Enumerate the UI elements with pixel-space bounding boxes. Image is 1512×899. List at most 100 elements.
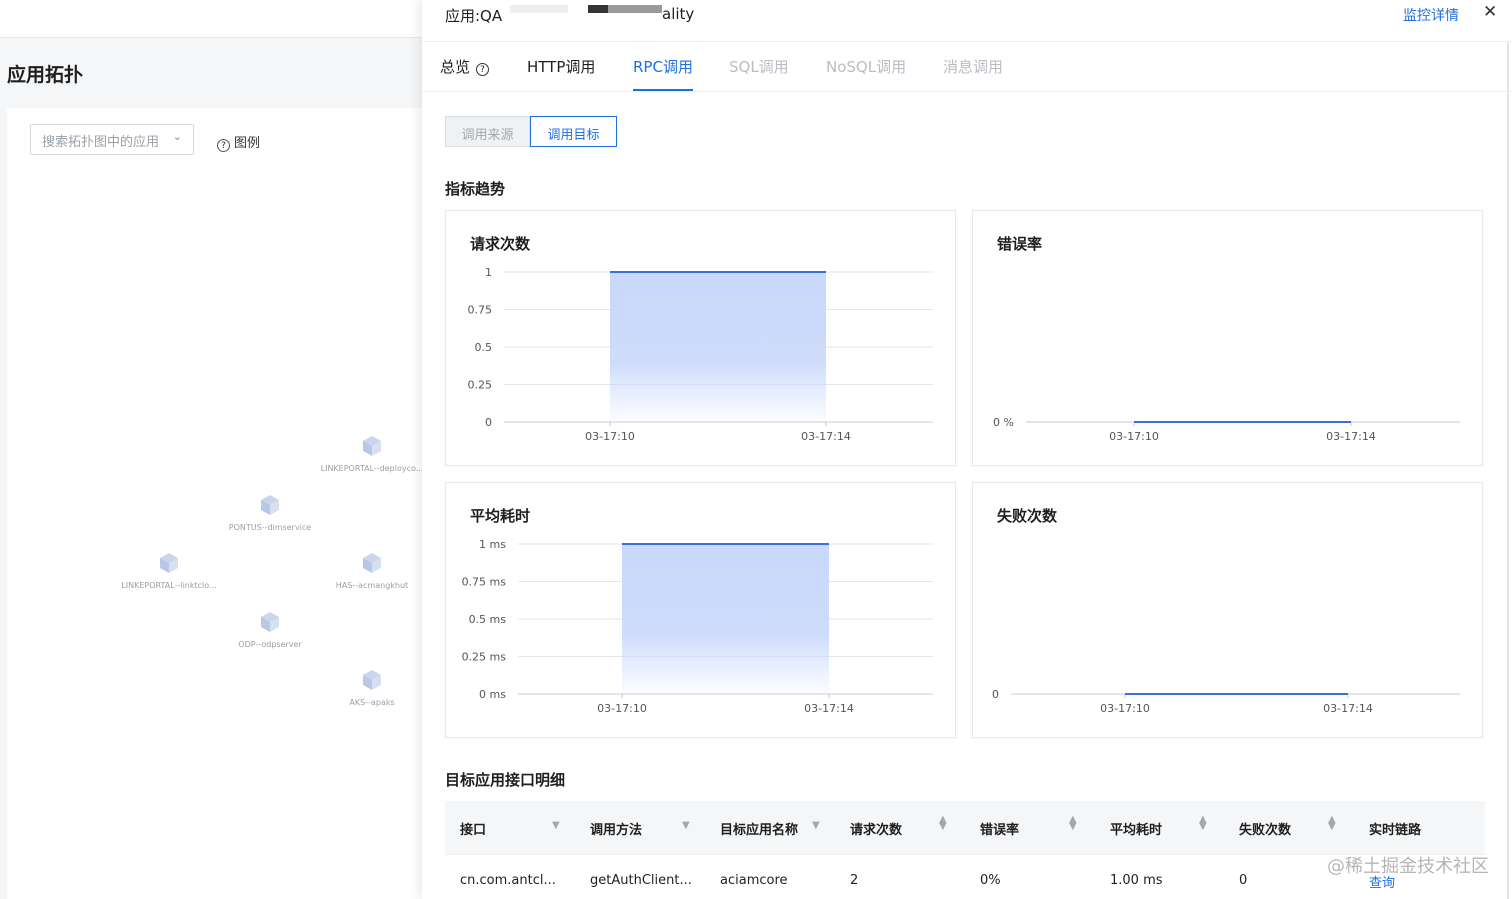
x-tick-label: 03-17:10 <box>1109 430 1159 443</box>
x-tick-label: 03-17:14 <box>801 430 851 443</box>
node-label: LINKEPORTAL--linktclo... <box>121 581 217 590</box>
topology-node[interactable]: PONTUS--dimservice <box>200 494 340 532</box>
app-cube-icon <box>261 612 279 632</box>
latency-chart: 1 ms 0.75 ms 0.5 ms 0.25 ms 0 ms 03-17:10 03-1… <box>462 538 933 715</box>
column-header-trace: 实时链路 <box>1369 823 1422 838</box>
table-section-title: 目标应用接口明细 <box>445 771 566 789</box>
tab-label: HTTP调用 <box>527 58 596 76</box>
tab-message[interactable]: 消息调用 <box>943 56 1003 77</box>
cell-interface: cn.com.antcl... <box>460 873 556 888</box>
y-tick-label: 0.25 <box>468 379 493 392</box>
x-tick-label: 03-17:10 <box>585 430 635 443</box>
metrics-section-title: 指标趋势 <box>445 180 506 198</box>
detail-drawer: 应用:QA ality 监控详情 ✕ 总览? HTTP调用 RPC调用 SQL调… <box>422 0 1512 899</box>
cell-failures: 0 <box>1239 873 1248 888</box>
error-rate-chart: 0 % 03-17:10 03-17:14 <box>993 416 1460 443</box>
y-tick-label: 0.75 ms <box>462 576 507 589</box>
sort-icon[interactable]: ▲ ▼ <box>1199 815 1207 832</box>
y-tick-label: 0.5 <box>475 341 493 354</box>
top-bar <box>0 0 422 38</box>
column-header-avg-latency: 平均耗时 <box>1110 823 1163 838</box>
y-tick-label: 0 ms <box>479 688 506 701</box>
y-tick-label: 1 ms <box>479 538 506 551</box>
topology-node[interactable]: LINKEPORTAL--deployco... <box>302 435 442 473</box>
redaction-mask <box>588 5 608 13</box>
x-tick-label: 03-17:14 <box>1323 702 1373 715</box>
column-header-method: 调用方法 <box>590 823 643 838</box>
question-circle-icon: ? <box>217 139 230 152</box>
column-header-error-rate: 错误率 <box>980 823 1020 838</box>
monitor-details-link[interactable]: 监控详情 <box>1403 5 1459 25</box>
app-search-select[interactable]: 搜索拓扑图中的应用 ⌄ <box>30 124 194 155</box>
topology-node[interactable]: AKS--apaks <box>302 669 442 707</box>
tab-rpc[interactable]: RPC调用 <box>633 56 693 91</box>
app-cube-icon <box>363 670 381 690</box>
tab-overview[interactable]: 总览? <box>440 56 490 77</box>
topology-node[interactable]: ODP--odpserver <box>200 611 340 649</box>
node-label: AKS--apaks <box>349 698 395 707</box>
y-tick-label: 0.5 ms <box>469 613 507 626</box>
sort-icon[interactable]: ▲ ▼ <box>1069 815 1077 832</box>
redaction-mask <box>510 5 568 13</box>
node-label: LINKEPORTAL--deployco... <box>320 464 424 473</box>
topology-node[interactable]: HAS--acmangkhut <box>302 552 442 590</box>
close-icon[interactable]: ✕ <box>1483 2 1497 22</box>
column-header-interface: 接口 <box>460 823 487 838</box>
page-title: 应用拓扑 <box>7 64 84 86</box>
help-icon[interactable]: ? <box>476 63 490 76</box>
topology-node[interactable]: LINKEPORTAL--linktclo... <box>99 552 239 590</box>
legend-button[interactable]: ? 图例 <box>217 132 260 152</box>
tab-label: 总览 <box>440 58 471 76</box>
column-header-requests: 请求次数 <box>850 823 903 838</box>
y-tick-label: 1 <box>485 266 492 279</box>
tab-http[interactable]: HTTP调用 <box>527 56 595 77</box>
chart-card-requests: 请求次数 1 0.75 0.5 0.25 0 03-17:10 03-17:14 <box>445 210 956 466</box>
topology-canvas[interactable]: 搜索拓扑图中的应用 ⌄ ? 图例 LINKEPORTAL--deployco...… <box>7 108 423 899</box>
requests-chart: 1 0.75 0.5 0.25 0 03-17:10 03-17:14 <box>468 266 933 443</box>
y-tick-label: 0.75 <box>468 304 493 317</box>
filter-icon[interactable]: ▼ <box>682 820 690 831</box>
search-placeholder: 搜索拓扑图中的应用 <box>42 135 160 150</box>
column-header-failures: 失败次数 <box>1239 823 1292 838</box>
tab-label: RPC调用 <box>633 58 693 76</box>
y-tick-label: 0 <box>992 688 999 701</box>
segment-call-target[interactable]: 调用目标 <box>530 116 617 147</box>
node-label: PONTUS--dimservice <box>228 523 312 532</box>
series-area <box>610 272 826 422</box>
node-label: HAS--acmangkhut <box>335 581 409 590</box>
app-cube-icon <box>160 553 178 573</box>
filter-icon[interactable]: ▼ <box>552 820 560 831</box>
app-cube-icon <box>261 495 279 515</box>
tab-label: SQL调用 <box>729 58 789 76</box>
active-tab-indicator <box>633 89 693 91</box>
segment-call-source[interactable]: 调用来源 <box>445 116 530 147</box>
cell-method: getAuthClient... <box>590 873 692 888</box>
x-tick-label: 03-17:14 <box>804 702 854 715</box>
node-label: ODP--odpserver <box>238 640 302 649</box>
tab-label: 消息调用 <box>943 58 1004 76</box>
legend-label: 图例 <box>234 136 261 151</box>
app-title-suffix: ality <box>662 5 695 23</box>
drawer-header: 应用:QA ality 监控详情 ✕ <box>422 0 1512 42</box>
chevron-down-icon: ⌄ <box>172 130 182 143</box>
y-tick-label: 0 % <box>993 416 1014 429</box>
cell-target-app: aciamcore <box>720 873 788 888</box>
y-tick-label: 0.25 ms <box>462 651 507 664</box>
x-tick-label: 03-17:10 <box>1100 702 1150 715</box>
series-area <box>622 544 829 694</box>
sort-icon[interactable]: ▲ ▼ <box>939 815 947 832</box>
y-tick-label: 0 <box>485 416 492 429</box>
cell-requests: 2 <box>850 873 859 888</box>
filter-icon[interactable]: ▼ <box>812 820 820 831</box>
tab-label: NoSQL调用 <box>826 58 907 76</box>
scrollbar-track[interactable] <box>1507 42 1509 899</box>
app-title-prefix: 应用:QA <box>445 7 503 25</box>
watermark: @稀土掘金技术社区 <box>1327 856 1489 877</box>
tab-nosql[interactable]: NoSQL调用 <box>826 56 906 77</box>
chart-card-latency: 平均耗时 1 ms 0.75 ms 0.5 ms 0.25 ms 0 ms 03-17:1… <box>445 482 956 738</box>
sort-icon[interactable]: ▲ ▼ <box>1328 815 1336 832</box>
column-header-target-app: 目标应用名称 <box>720 823 799 838</box>
tab-sql[interactable]: SQL调用 <box>729 56 789 77</box>
cell-error-rate: 0% <box>980 873 1001 888</box>
cell-avg-latency: 1.00 ms <box>1110 873 1163 888</box>
